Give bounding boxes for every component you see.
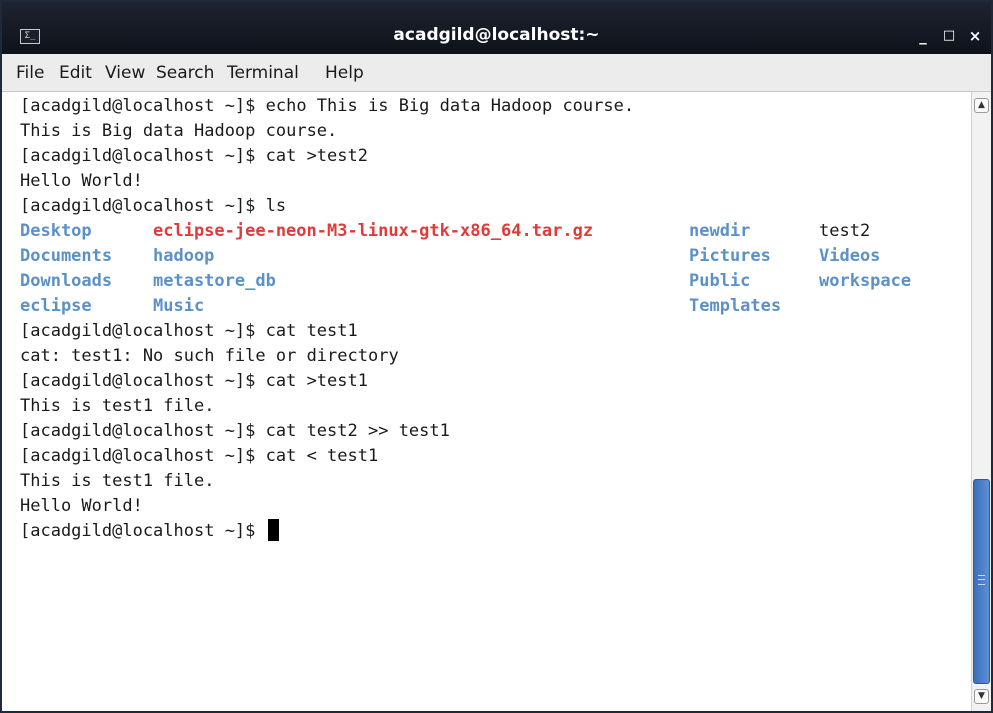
ls-entry-directory: eclipse [20, 296, 92, 316]
terminal-line: cat: test1: No such file or directory [20, 346, 399, 366]
terminal-prompt: [acadgild@localhost ~]$ [20, 521, 266, 541]
terminal-line: [acadgild@localhost ~]$ cat test1 [20, 321, 358, 341]
ls-entry-directory: Public [689, 271, 751, 291]
ls-entry-archive: eclipse-jee-neon-M3-linux-gtk-x86_64.tar… [153, 221, 594, 241]
terminal-line: This is test1 file. [20, 471, 215, 491]
ls-entry-directory: metastore_db [153, 271, 276, 291]
scroll-up-arrow-icon[interactable]: ▲ [974, 98, 989, 113]
terminal-line: This is test1 file. [20, 396, 215, 416]
vertical-scrollbar[interactable]: ▲ ▼ [971, 92, 991, 711]
close-button[interactable]: × [965, 26, 985, 46]
menu-file[interactable]: File [16, 63, 44, 83]
grip-icon [978, 575, 985, 585]
terminal-window: Σ_ acadgild@localhost:~ _ □ × File Edit … [0, 0, 993, 713]
ls-entry-directory: newdir [689, 221, 751, 241]
ls-entry-directory: Videos [819, 246, 881, 266]
terminal-line: [acadgild@localhost ~]$ echo This is Big… [20, 96, 635, 116]
ls-entry-directory: Music [153, 296, 205, 316]
menu-search[interactable]: Search [156, 63, 214, 83]
scroll-down-arrow-icon[interactable]: ▼ [974, 689, 989, 704]
maximize-button[interactable]: □ [939, 26, 959, 46]
ls-entry-directory: Templates [689, 296, 782, 316]
ls-entry-directory: workspace [819, 271, 912, 291]
terminal-line: [acadgild@localhost ~]$ cat >test1 [20, 371, 368, 391]
ls-entry-directory: Pictures [689, 246, 771, 266]
terminal-line: Hello World! [20, 496, 143, 516]
terminal-line: [acadgild@localhost ~]$ cat < test1 [20, 446, 379, 466]
menu-bar: File Edit View Search Terminal Help [2, 54, 991, 92]
terminal-line: [acadgild@localhost ~]$ cat test2 >> tes… [20, 421, 450, 441]
terminal-line: [acadgild@localhost ~]$ cat >test2 [20, 146, 368, 166]
ls-entry-directory: hadoop [153, 246, 215, 266]
terminal-prompt-line: [acadgild@localhost ~]$ [20, 519, 279, 544]
terminal-line: This is Big data Hadoop course. [20, 121, 338, 141]
ls-entry-file: test2 [819, 221, 871, 241]
terminal-line: [acadgild@localhost ~]$ ls [20, 196, 287, 216]
text-cursor [267, 519, 279, 541]
terminal-output[interactable]: [acadgild@localhost ~]$ echo This is Big… [2, 92, 971, 711]
terminal-line: Hello World! [20, 171, 143, 191]
scrollbar-thumb[interactable] [973, 479, 990, 684]
window-title: acadgild@localhost:~ [393, 25, 600, 45]
menu-terminal[interactable]: Terminal [227, 63, 299, 83]
ls-entry-directory: Desktop [20, 221, 92, 241]
menu-edit[interactable]: Edit [59, 63, 92, 83]
menu-help[interactable]: Help [325, 63, 364, 83]
title-bar[interactable]: Σ_ acadgild@localhost:~ _ □ × [2, 2, 991, 54]
menu-view[interactable]: View [105, 63, 145, 83]
ls-entry-directory: Documents [20, 246, 113, 266]
minimize-button[interactable]: _ [913, 26, 933, 46]
ls-entry-directory: Downloads [20, 271, 113, 291]
